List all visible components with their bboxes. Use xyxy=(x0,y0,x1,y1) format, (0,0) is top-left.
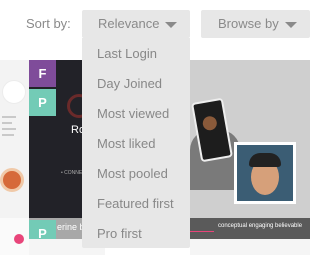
card-thumbnail-photo[interactable] xyxy=(190,60,310,218)
pro-badge: P xyxy=(29,89,56,116)
sort-dropdown-menu: Last Login Day Joined Most viewed Most l… xyxy=(82,38,190,248)
logo-bubble xyxy=(2,80,26,104)
featured-badge: F xyxy=(29,60,56,87)
page: Sort by: Relevance Browse by Ro • CONNE … xyxy=(0,0,316,255)
text-line xyxy=(2,122,12,124)
avatar xyxy=(234,142,296,204)
browse-dropdown[interactable]: Browse by xyxy=(201,10,310,38)
card-caption: • CONNE xyxy=(61,170,83,176)
menu-item-featured-first[interactable]: Featured first xyxy=(97,196,174,211)
sort-by-label: Sort by: xyxy=(26,16,71,31)
card-footer xyxy=(190,239,310,255)
menu-item-pro-first[interactable]: Pro first xyxy=(97,226,142,241)
menu-item-day-joined[interactable]: Day Joined xyxy=(97,76,162,91)
chevron-down-icon xyxy=(165,22,177,28)
decorative-disc xyxy=(0,168,24,192)
menu-item-last-login[interactable]: Last Login xyxy=(97,46,157,61)
card-tagline: conceptual engaging believable xyxy=(218,223,303,229)
text-line xyxy=(2,134,14,136)
menu-item-most-pooled[interactable]: Most pooled xyxy=(97,166,168,181)
text-line xyxy=(2,128,16,130)
sort-selected-value: Relevance xyxy=(98,16,160,31)
card-thumbnail-left[interactable] xyxy=(0,60,29,218)
card-title: erine b xyxy=(57,222,85,232)
sort-dropdown[interactable]: Relevance xyxy=(82,10,190,38)
card-title-bar: conceptual engaging believable xyxy=(190,218,310,239)
menu-item-most-viewed[interactable]: Most viewed xyxy=(97,106,169,121)
chevron-down-icon xyxy=(285,22,297,28)
accent-line xyxy=(190,231,214,232)
pink-dot-icon xyxy=(14,234,24,244)
text-line xyxy=(2,116,16,118)
browse-label: Browse by xyxy=(218,16,279,31)
menu-item-most-liked[interactable]: Most liked xyxy=(97,136,156,151)
